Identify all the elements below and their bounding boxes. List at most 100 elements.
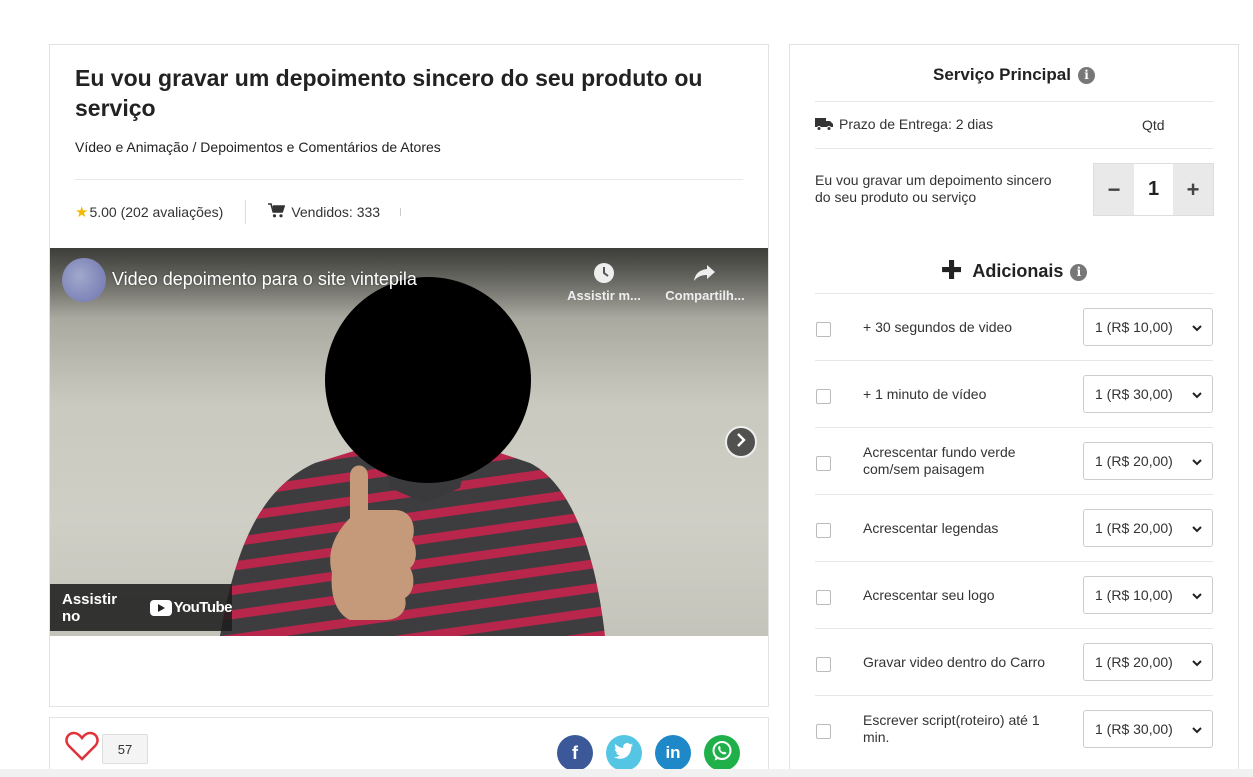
divider: [245, 200, 247, 224]
addon-label: + 30 segundos de video: [863, 319, 1013, 335]
rating-text[interactable]: 5.00 (202 avaliações): [89, 204, 223, 220]
twitter-share-button[interactable]: [606, 735, 642, 771]
product-meta: ★ 5.00 (202 avaliações) Vendidos: 333: [75, 200, 402, 224]
watch-on-label: Assistir no: [62, 590, 118, 625]
quantity-value[interactable]: 1: [1134, 164, 1173, 215]
divider: [75, 179, 743, 180]
facebook-share-button[interactable]: f: [557, 735, 593, 771]
page: Eu vou gravar um depoimento sincero do s…: [0, 0, 1253, 777]
product-title: Eu vou gravar um depoimento sincero do s…: [75, 65, 703, 121]
quantity-stepper: − 1 +: [1093, 163, 1214, 216]
divider: [815, 101, 1213, 102]
watch-on-youtube-button[interactable]: Assistir no YouTube: [50, 584, 233, 631]
addon-checkbox[interactable]: [816, 456, 831, 471]
category-breadcrumb[interactable]: Vídeo e Animação / Depoimentos e Comentá…: [75, 139, 441, 155]
cart-icon: [268, 203, 286, 221]
watch-later-label: Assistir m...: [567, 288, 641, 303]
decrease-quantity-button[interactable]: −: [1094, 164, 1134, 215]
chevron-down-icon: [1191, 656, 1203, 672]
addon-quantity-select[interactable]: 1 (R$ 10,00): [1083, 576, 1213, 614]
service-card: Serviço Principal i Prazo de Entrega: 2 d…: [789, 44, 1239, 777]
addon-row: Acrescentar legendas 1 (R$ 20,00): [815, 494, 1213, 561]
addon-label: + 1 minuto de vídeo: [863, 386, 987, 402]
chevron-down-icon: [1191, 522, 1203, 538]
addon-label: Escrever script(roteiro) até 1 min.: [863, 712, 1040, 745]
quantity-header: Qtd: [1142, 117, 1165, 133]
chevron-down-icon: [1191, 723, 1203, 739]
next-video-button[interactable]: [725, 426, 757, 458]
watch-later-button[interactable]: Assistir m...: [562, 262, 646, 303]
divider: [400, 208, 402, 216]
video-share-label: Compartilh...: [665, 288, 745, 303]
whatsapp-share-button[interactable]: [704, 735, 740, 771]
addon-select-value: 1 (R$ 10,00): [1095, 319, 1173, 335]
youtube-play-icon: [149, 599, 172, 616]
divider: [815, 148, 1213, 149]
addon-select-value: 1 (R$ 20,00): [1095, 520, 1173, 536]
addon-row: Acrescentar seu logo 1 (R$ 10,00): [815, 561, 1213, 628]
increase-quantity-button[interactable]: +: [1173, 164, 1213, 215]
main-service-description: Eu vou gravar um depoimento sincero do s…: [815, 172, 1052, 205]
addon-quantity-select[interactable]: 1 (R$ 20,00): [1083, 643, 1213, 681]
video-player[interactable]: Video depoimento para o site vintepila A…: [50, 248, 768, 636]
addon-label: Acrescentar fundo verde com/sem paisagem: [863, 444, 1016, 477]
addon-checkbox[interactable]: [816, 724, 831, 739]
heart-icon[interactable]: [65, 731, 99, 766]
addon-select-value: 1 (R$ 30,00): [1095, 721, 1173, 737]
truck-icon: [815, 117, 833, 131]
addon-checkbox[interactable]: [816, 322, 831, 337]
channel-avatar[interactable]: [62, 258, 106, 302]
addon-row: Acrescentar fundo verde com/sem paisagem…: [815, 427, 1213, 494]
chevron-down-icon: [1191, 589, 1203, 605]
addons-title-row: ✚ Adicionais i: [790, 255, 1238, 286]
addon-row: Escrever script(roteiro) até 1 min. 1 (R…: [815, 695, 1213, 762]
addon-select-value: 1 (R$ 20,00): [1095, 453, 1173, 469]
addon-checkbox[interactable]: [816, 389, 831, 404]
plus-icon: ✚: [940, 255, 963, 285]
like-count: 57: [102, 734, 148, 764]
addon-checkbox[interactable]: [816, 590, 831, 605]
addon-select-value: 1 (R$ 10,00): [1095, 587, 1173, 603]
chevron-down-icon: [1191, 321, 1203, 337]
facebook-icon: f: [572, 742, 578, 763]
chevron-down-icon: [1191, 455, 1203, 471]
page-bottom-edge: [0, 769, 1253, 777]
addon-label: Acrescentar legendas: [863, 520, 999, 536]
chevron-down-icon: [1191, 388, 1203, 404]
linkedin-share-button[interactable]: in: [655, 735, 691, 771]
info-icon[interactable]: i: [1077, 67, 1095, 84]
linkedin-icon: in: [665, 743, 681, 762]
youtube-logo: YouTube: [149, 599, 233, 616]
like-share-card: 57 f in: [49, 717, 769, 777]
video-title[interactable]: Video depoimento para o site vintepila: [112, 269, 417, 290]
twitter-icon: [614, 742, 634, 764]
addon-quantity-select[interactable]: 1 (R$ 30,00): [1083, 710, 1213, 748]
service-title-row: Serviço Principal i: [790, 65, 1238, 85]
share-arrow-icon: [663, 262, 747, 284]
addon-checkbox[interactable]: [816, 523, 831, 538]
addon-quantity-select[interactable]: 1 (R$ 10,00): [1083, 308, 1213, 346]
addon-label: Acrescentar seu logo: [863, 587, 995, 603]
addon-quantity-select[interactable]: 1 (R$ 20,00): [1083, 509, 1213, 547]
addon-row: + 30 segundos de video 1 (R$ 10,00): [815, 293, 1213, 360]
addon-row: + 1 minuto de vídeo 1 (R$ 30,00): [815, 360, 1213, 427]
sold-count: Vendidos: 333: [291, 204, 381, 220]
addon-select-value: 1 (R$ 30,00): [1095, 386, 1173, 402]
delivery-text: Prazo de Entrega: 2 dias: [839, 116, 994, 132]
star-icon: ★: [75, 204, 89, 221]
info-icon[interactable]: i: [1070, 264, 1088, 281]
chevron-right-icon: [735, 432, 747, 452]
addon-row: Gravar video dentro do Carro 1 (R$ 20,00…: [815, 628, 1213, 695]
addon-select-value: 1 (R$ 20,00): [1095, 654, 1173, 670]
addon-checkbox[interactable]: [816, 657, 831, 672]
addon-label: Gravar video dentro do Carro: [863, 654, 1046, 670]
video-share-button[interactable]: Compartilh...: [663, 262, 747, 303]
product-card: Eu vou gravar um depoimento sincero do s…: [49, 44, 769, 707]
addons-title: Adicionais: [972, 261, 1064, 281]
clock-icon: [562, 262, 646, 284]
addon-quantity-select[interactable]: 1 (R$ 30,00): [1083, 375, 1213, 413]
whatsapp-icon: [711, 740, 733, 767]
youtube-wordmark: YouTube: [173, 599, 233, 616]
delivery-info: Prazo de Entrega: 2 dias: [815, 116, 993, 132]
addon-quantity-select[interactable]: 1 (R$ 20,00): [1083, 442, 1213, 480]
